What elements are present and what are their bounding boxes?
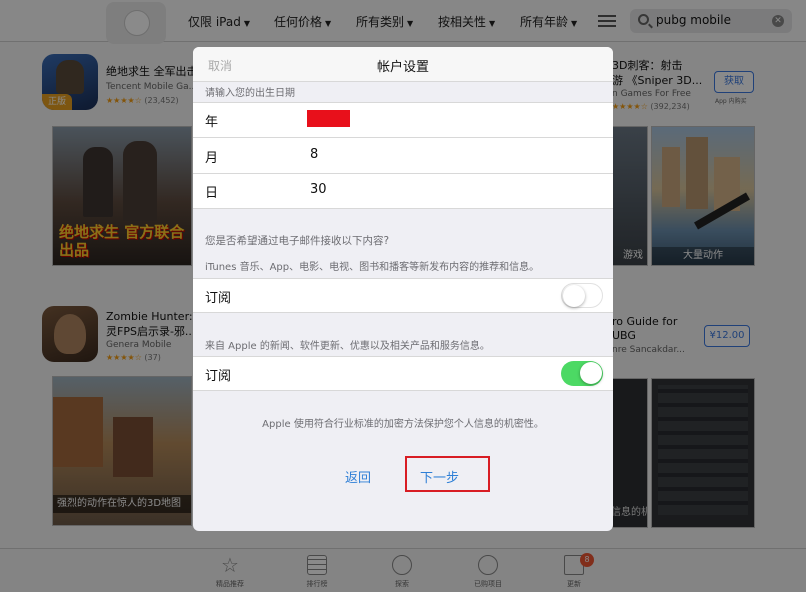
month-field[interactable]: 8	[310, 147, 318, 162]
email-question: 您是否希望通过电子邮件接收以下内容?	[205, 235, 390, 247]
apple-news-header: 来自 Apple 的新闻、软件更新、优惠以及相关产品和服务信息。	[205, 341, 490, 352]
back-button[interactable]: 返回	[345, 467, 371, 486]
account-settings-dialog: 取消 帐户设置 请输入您的出生日期 年 月 8 日 30 您是否希望通过电子邮件…	[193, 47, 613, 531]
day-label: 日	[205, 186, 219, 201]
apple-subscribe-row: 订阅	[193, 356, 613, 391]
year-field-redacted[interactable]	[307, 110, 350, 127]
subscribe-label: 订阅	[205, 369, 232, 384]
birth-date-group: 年 月 8 日 30	[193, 102, 613, 209]
day-field[interactable]: 30	[310, 182, 327, 197]
dialog-header: 取消 帐户设置	[193, 47, 613, 82]
itunes-content-header: iTunes 音乐、App、电影、电视、图书和播客等新发布内容的推荐和信息。	[205, 262, 540, 273]
birth-date-header: 请输入您的出生日期	[205, 88, 295, 99]
dialog-title: 帐户设置	[376, 60, 429, 75]
subscribe-label: 订阅	[205, 291, 232, 306]
itunes-subscribe-row: 订阅	[193, 278, 613, 313]
year-label: 年	[205, 115, 219, 130]
next-button[interactable]: 下一步	[420, 467, 459, 486]
toggle-knob	[580, 362, 602, 384]
itunes-subscribe-toggle[interactable]	[561, 283, 603, 308]
toggle-knob	[563, 284, 585, 307]
month-label: 月	[205, 151, 219, 166]
privacy-note: Apple 使用符合行业标准的加密方法保护您个人信息的机密性。	[262, 419, 544, 430]
apple-subscribe-toggle[interactable]	[561, 361, 603, 386]
